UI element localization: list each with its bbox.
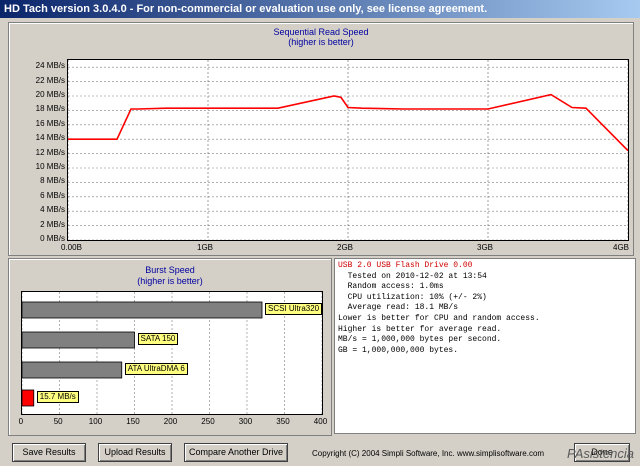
burst-bar-label: 15.7 MB/s — [36, 391, 79, 403]
seq-y-tick-label: 14 MB/s — [35, 133, 65, 143]
seq-x-tick-label: 3GB — [477, 243, 494, 252]
seq-y-tick-label: 20 MB/s — [35, 90, 65, 99]
burst-x-tick-label: 300 — [238, 417, 253, 426]
burst-x-tick-label: 400 — [313, 417, 328, 426]
burst-bar — [22, 301, 263, 319]
seq-y-tick-label: 12 MB/s — [35, 147, 65, 157]
seq-read-line — [68, 93, 628, 152]
seq-x-tick-label: 1GB — [197, 243, 214, 252]
drive-name: USB 2.0 USB Flash Drive 0.00 — [338, 261, 473, 270]
sequential-read-chart — [67, 59, 629, 241]
info-line: GB = 1,000,000,000 bytes. — [338, 345, 459, 355]
seq-y-tick-label: 16 MB/s — [35, 118, 65, 128]
info-line: CPU utilization: 10% (+/- 2%) — [338, 292, 487, 302]
seq-y-tick-label: 24 MB/s — [35, 61, 65, 71]
burst-bar-label: SATA 150 — [137, 333, 179, 345]
info-line: Higher is better for average read. — [338, 324, 502, 334]
burst-x-tick-label: 250 — [201, 417, 215, 426]
window-title: HD Tach version 3.0.4.0 - For non-commer… — [4, 3, 488, 15]
info-line: Random access: 1.0ms — [338, 282, 444, 292]
seq-x-tick-label: 0.00B — [61, 243, 82, 252]
sequential-read-panel: Sequential Read Speed (higher is better)… — [8, 22, 634, 256]
burst-chart-subtitle: (higher is better) — [137, 276, 203, 286]
seq-y-tick-label: 6 MB/s — [40, 190, 65, 200]
burst-x-tick-label: 350 — [276, 417, 290, 426]
copyright-text: Copyright (C) 2004 Simpli Software, Inc.… — [312, 449, 545, 458]
burst-bar — [22, 361, 123, 379]
seq-y-tick-label: 10 MB/s — [35, 162, 65, 171]
info-line: Lower is better for CPU and random acces… — [338, 313, 540, 323]
compare-another-drive-button[interactable]: Compare Another Drive — [184, 443, 288, 462]
burst-x-tick-label: 150 — [126, 417, 140, 426]
save-results-button[interactable]: Save Results — [12, 443, 86, 462]
info-line: Tested on 2010-12-02 at 13:54 — [338, 271, 487, 281]
seq-x-tick-label: 4GB — [613, 243, 630, 252]
seq-y-tick-label: 8 MB/s — [40, 176, 65, 186]
burst-speed-panel: Burst Speed (higher is better) SCSI Ultr… — [8, 258, 332, 436]
seq-y-tick-label: 0 MB/s — [40, 234, 65, 243]
info-line: MB/s = 1,000,000 bytes per second. — [338, 335, 502, 345]
burst-bar — [22, 389, 35, 407]
seq-y-tick-label: 4 MB/s — [40, 205, 65, 215]
watermark-text: PAsistencia — [567, 446, 634, 461]
burst-x-tick-label: 50 — [53, 417, 63, 426]
burst-x-tick-label: 100 — [88, 417, 103, 426]
info-line: Average read: 18.1 MB/s — [338, 303, 459, 313]
seq-y-tick-label: 2 MB/s — [40, 219, 65, 229]
upload-results-button[interactable]: Upload Results — [98, 443, 172, 462]
seq-chart-subtitle: (higher is better) — [288, 37, 354, 47]
burst-chart-title: Burst Speed — [145, 265, 195, 275]
seq-x-tick-label: 2GB — [337, 243, 354, 252]
burst-bar — [22, 331, 135, 349]
burst-bar-label: ATA UltraDMA 6 — [124, 363, 188, 375]
burst-bar-label: SCSI Ultra320 — [265, 303, 323, 315]
seq-y-tick-label: 18 MB/s — [35, 104, 65, 114]
seq-y-tick-label: 22 MB/s — [35, 75, 65, 85]
burst-x-tick-label: 0 — [18, 417, 24, 426]
burst-x-tick-label: 200 — [163, 417, 178, 426]
window-title-bar: HD Tach version 3.0.4.0 - For non-commer… — [0, 0, 640, 18]
results-info-panel: USB 2.0 USB Flash Drive 0.00 Tested on 2… — [334, 258, 636, 434]
